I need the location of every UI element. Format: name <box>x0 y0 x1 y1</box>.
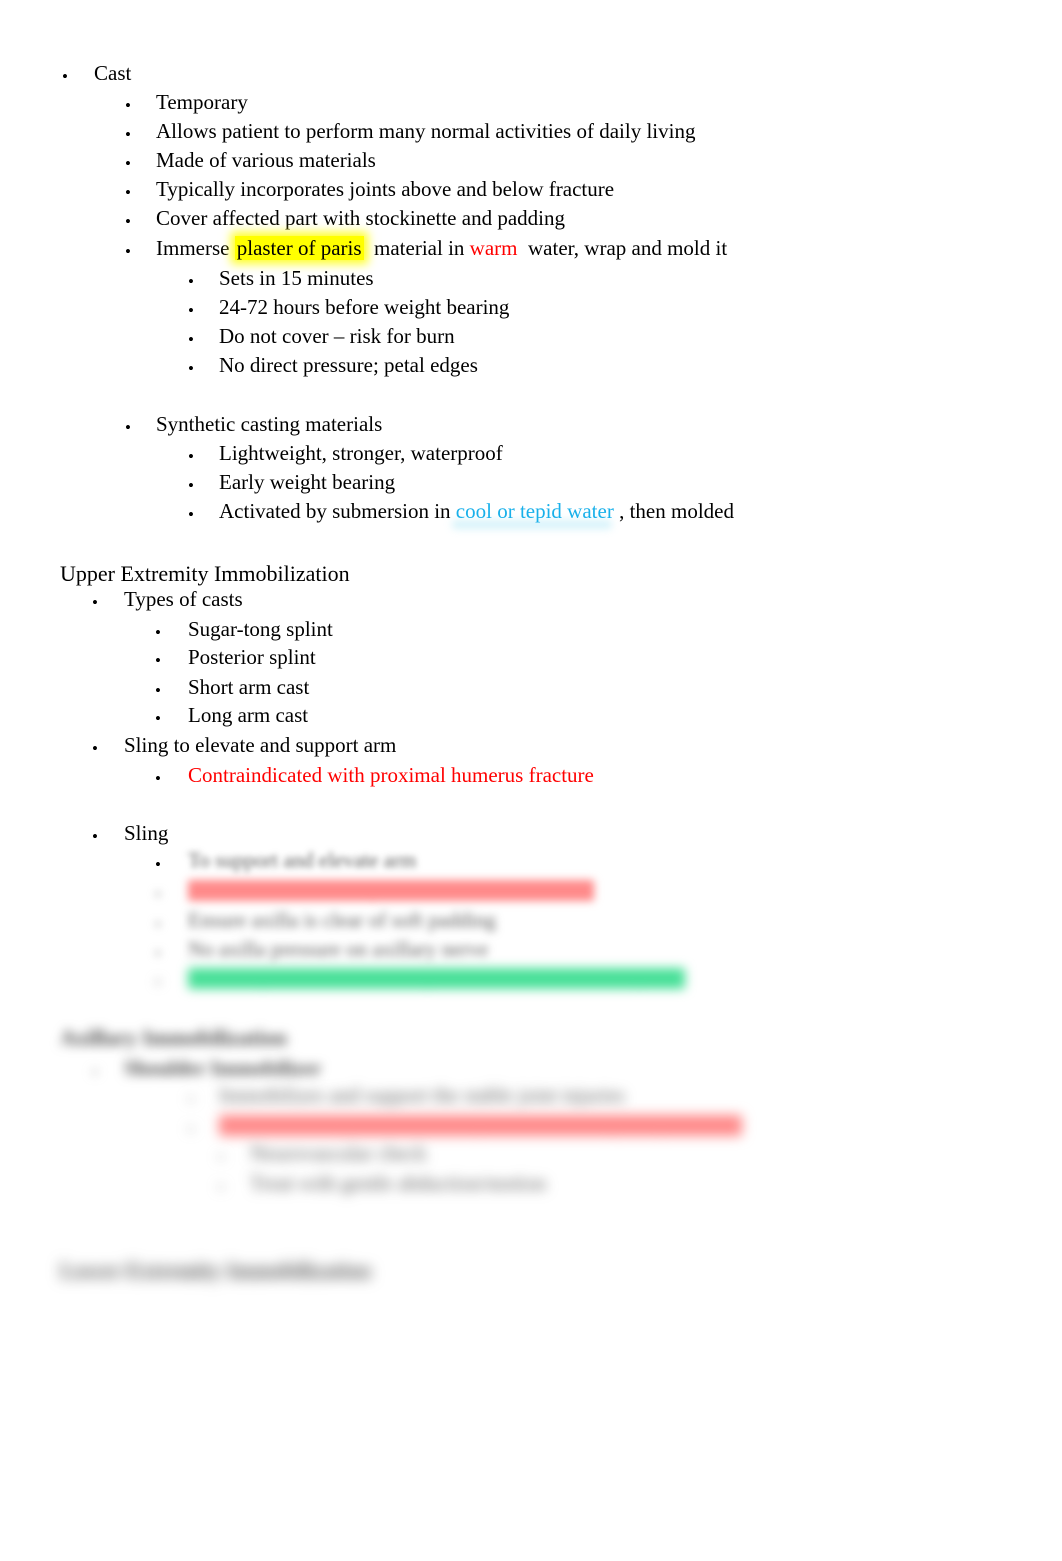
cast-item: Typically incorporates joints above and … <box>156 177 615 201</box>
bullet-marker: • <box>188 1090 194 1109</box>
bullet-marker: • <box>125 183 131 202</box>
bullet-marker: • <box>188 447 194 466</box>
axillary-blurred-item: Monitor for superior shoulder, joint, an… <box>219 1113 742 1137</box>
cast-type-item: Posterior splint <box>188 645 316 669</box>
bullet-marker: • <box>155 944 161 963</box>
bullet-marker: • <box>155 681 161 700</box>
cast-item: Cover affected part with stockinette and… <box>156 206 565 230</box>
bullet-marker: • <box>155 709 161 728</box>
bullet-marker: • <box>92 739 98 758</box>
cast-type-item: Long arm cast <box>188 703 309 727</box>
sling-blurred-item: Ensure axilla is clear of soft padding <box>188 908 496 932</box>
axillary-subheading-blurred: Shoulder Immobilizer <box>124 1056 322 1080</box>
sling-blurred-item: No axilla pressure on axillary nerve <box>188 937 489 961</box>
synthetic-item: Lightweight, stronger, waterproof <box>219 441 503 465</box>
upper-extremity-heading-text: Upper Extremity Immobilization <box>60 561 350 586</box>
warm-emphasis: warm <box>469 236 518 260</box>
immerse-suffix: water, wrap and mold it <box>528 236 728 260</box>
bullet-marker: • <box>62 67 68 86</box>
cast-item: Made of various materials <box>156 148 376 172</box>
bullet-marker: • <box>92 1063 98 1082</box>
bullet-marker: • <box>155 973 161 992</box>
lower-extremity-heading-blurred: Lower Extremity Immobilization <box>60 1258 371 1283</box>
activated-prefix: Activated by submersion in <box>219 499 451 523</box>
bullet-marker: • <box>188 476 194 495</box>
plaster-of-paris-highlight: plaster of paris <box>234 236 364 260</box>
bullet-marker: • <box>188 505 194 524</box>
bullet-marker: • <box>125 96 131 115</box>
bullet-marker: • <box>155 855 161 874</box>
plaster-subitem: Do not cover – risk for burn <box>219 324 455 348</box>
cast-type-item: Sugar-tong splint <box>188 617 333 641</box>
cast-item: Temporary <box>156 90 248 114</box>
cool-tepid-water-emphasis: cool or tepid water <box>455 499 614 523</box>
sling-blurred-item: To support and elevate arm <box>188 848 417 872</box>
plaster-subitem: Sets in 15 minutes <box>219 266 374 290</box>
bullet-marker: • <box>188 330 194 349</box>
bullet-marker: • <box>188 359 194 378</box>
sling-support-label: Sling to elevate and support arm <box>124 733 397 757</box>
types-of-casts-label: Types of casts <box>124 587 243 611</box>
cast-title-text: Cast <box>94 61 132 85</box>
bullet-marker: • <box>188 301 194 320</box>
bullet-marker: • <box>125 212 131 231</box>
activated-line: Activated by submersion in cool or tepid… <box>219 501 734 522</box>
cast-type-item: Short arm cast <box>188 675 310 699</box>
sling-blurred-item: Contraindicated with proximal humerus fr… <box>188 878 594 902</box>
sling-contraindication: Contraindicated with proximal humerus fr… <box>188 763 594 787</box>
sling-label: Sling <box>124 823 168 844</box>
bullet-marker: • <box>92 593 98 612</box>
bullet-marker: • <box>188 272 194 291</box>
bullet-marker: • <box>218 1178 224 1197</box>
synthetic-title-text: Synthetic casting materials <box>156 412 383 436</box>
bullet-marker: • <box>125 418 131 437</box>
bullet-marker: • <box>188 1120 194 1139</box>
plaster-subitem: No direct pressure; petal edges <box>219 353 478 377</box>
axillary-blurred-subitem: Treat with gentle abduction/motion <box>250 1171 547 1195</box>
bullet-marker: • <box>92 827 98 846</box>
bullet-marker: • <box>125 125 131 144</box>
synthetic-title: Synthetic casting materials <box>156 414 382 435</box>
bullet-marker: • <box>155 915 161 934</box>
immerse-line: Immerse plaster of paris material in war… <box>156 236 728 260</box>
axillary-heading-blurred: Axillary Immobilization <box>60 1025 287 1050</box>
sling-label-text: Sling <box>124 821 169 845</box>
axillary-blurred-item: Immobilizes and support the stable joint… <box>219 1083 625 1107</box>
bullet-marker: • <box>155 885 161 904</box>
synthetic-item: Early weight bearing <box>219 470 396 494</box>
upper-extremity-heading: Upper Extremity Immobilization <box>60 561 350 587</box>
sling-blurred-item: Encourage movement of fingers and wrist … <box>188 966 685 990</box>
plaster-subitem: 24-72 hours before weight bearing <box>219 295 510 319</box>
cast-title: Cast <box>94 63 131 84</box>
bullet-marker: • <box>125 154 131 173</box>
axillary-blurred-subitem: Neurovascular check <box>250 1141 427 1165</box>
immerse-middle: material in <box>374 236 465 260</box>
bullet-marker: • <box>155 651 161 670</box>
activated-suffix: , then molded <box>619 499 734 523</box>
cast-item: Allows patient to perform many normal ac… <box>156 119 696 143</box>
bullet-marker: • <box>125 242 131 261</box>
document-page: • Cast • Temporary • Allows patient to p… <box>0 0 1062 1561</box>
bullet-marker: • <box>155 623 161 642</box>
bullet-marker: • <box>218 1148 224 1167</box>
bullet-marker: • <box>155 769 161 788</box>
immerse-prefix: Immerse <box>156 236 230 260</box>
